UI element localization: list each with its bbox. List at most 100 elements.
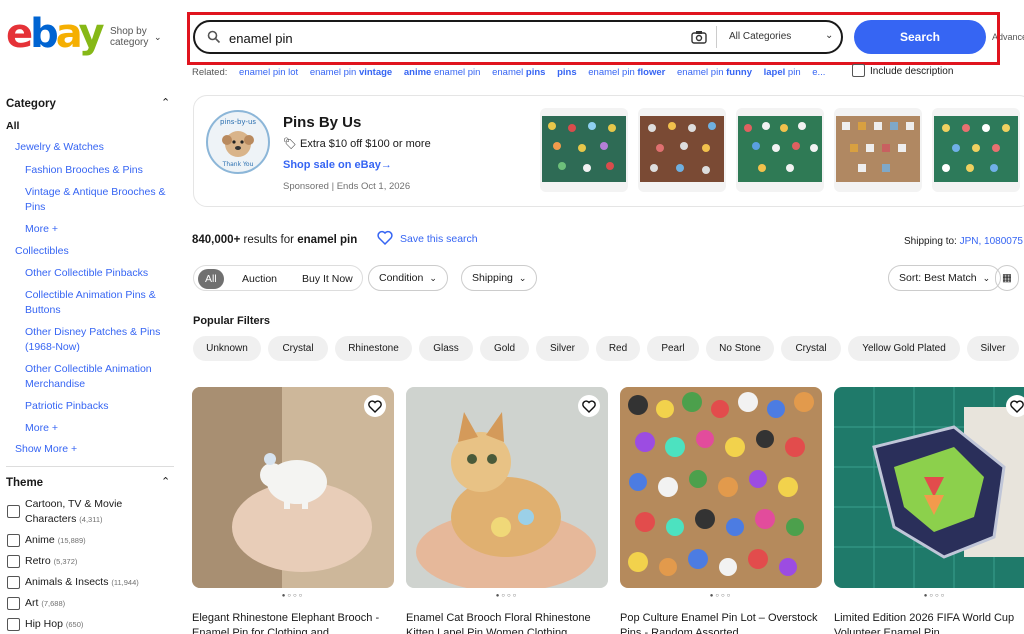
chevron-up-icon[interactable]: ⌃ [161,475,170,488]
category-link[interactable]: Patriotic Pinbacks [25,399,170,414]
ad-product-image[interactable] [540,108,628,192]
theme-label[interactable]: Cartoon, TV & Movie Characters (4,311) [25,497,155,527]
more-link[interactable]: More + [25,421,170,436]
arrow-right-icon: → [380,159,392,171]
theme-label[interactable]: Anime (15,889) [25,533,155,548]
ad-product-image[interactable] [834,108,922,192]
filter-chip[interactable]: Silver [536,336,589,361]
shipping-to: Shipping to: JPN, 1080075 [904,236,1023,247]
related-link[interactable]: anime enamel pin [404,67,481,78]
ebay-logo[interactable]: ebay [6,12,105,56]
svg-text:pins-by-us: pins-by-us [220,118,256,126]
category-heading: Category [6,98,56,110]
listing-card[interactable]: ●○○○ Limited Edition 2026 FIFA World Cup… [834,387,1024,634]
filter-chip[interactable]: No Stone [706,336,774,361]
category-link[interactable]: Other Collectible Pinbacks [25,266,170,281]
view-toggle[interactable]: ▦ [995,265,1019,291]
shop-sale-link[interactable]: Shop sale on eBay→ [283,159,392,171]
theme-checkbox[interactable] [7,576,20,589]
store-name[interactable]: Pins By Us [283,114,361,131]
tab-all[interactable]: All [198,269,224,289]
filter-chip[interactable]: Crystal [268,336,328,361]
listing-title[interactable]: Elegant Rhinestone Elephant Brooch - Ena… [192,611,397,634]
save-search-button[interactable]: Save this search [377,230,478,245]
theme-checkbox[interactable] [7,618,20,631]
listing-title[interactable]: Pop Culture Enamel Pin Lot – Overstock P… [620,611,825,634]
category-link[interactable]: Other Disney Patches & Pins (1968-Now) [25,325,170,355]
filter-chip[interactable]: Red [596,336,640,361]
theme-checkbox[interactable] [7,534,20,547]
listing-image[interactable] [620,387,822,588]
svg-text:Thank You: Thank You [222,161,254,168]
chevron-up-icon[interactable]: ⌃ [161,96,170,109]
theme-checkbox[interactable] [7,555,20,568]
watch-button[interactable] [1006,395,1024,417]
listing-card[interactable]: ●○○○ Elegant Rhinestone Elephant Brooch … [192,387,394,634]
ad-product-image[interactable] [932,108,1020,192]
theme-label[interactable]: Animals & Insects (11,944) [25,575,155,590]
listing-image[interactable] [834,387,1024,588]
sponsored-store-banner[interactable]: pins-by-us Thank You Pins By Us 🏷 Extra … [193,95,1024,207]
filter-chip[interactable]: Gold [480,336,529,361]
image-carousel-dots[interactable]: ●○○○ [834,593,1024,599]
filter-chip[interactable]: Glass [419,336,473,361]
watch-button[interactable] [578,395,600,417]
related-link[interactable]: enamel pin lot [239,67,298,78]
image-carousel-dots[interactable]: ●○○○ [406,593,608,599]
listing-card[interactable]: ●○○○ Enamel Cat Brooch Floral Rhinestone… [406,387,608,634]
filter-chip[interactable]: Crystal [781,336,841,361]
filter-chip[interactable]: Rhinestone [335,336,412,361]
shipping-location-link[interactable]: JPN, 1080075 [960,236,1023,247]
shop-by-category-button[interactable]: Shop by category ⌄ [110,26,170,48]
condition-filter[interactable]: Condition ⌄ [368,265,448,291]
category-link[interactable]: Jewelry & Watches [15,140,160,155]
category-link[interactable]: Collectible Animation Pins & Buttons [25,288,170,318]
heart-icon [368,400,382,413]
filter-chip[interactable]: Yellow Gold Plated [848,336,960,361]
shipping-filter[interactable]: Shipping ⌄ [461,265,538,291]
filter-chip[interactable]: Pearl [647,336,699,361]
theme-label[interactable]: Art (7,688) [25,596,155,611]
related-link[interactable]: enamel pin flower [588,67,665,78]
theme-label[interactable]: Retro (5,372) [25,554,155,569]
listing-card[interactable]: ●○○○ Pop Culture Enamel Pin Lot – Overst… [620,387,822,634]
image-carousel-dots[interactable]: ●○○○ [620,593,822,599]
category-all[interactable]: All [6,120,19,132]
tab-buy-it-now[interactable]: Buy It Now [295,269,360,289]
image-carousel-dots[interactable]: ●○○○ [192,593,394,599]
show-more-link[interactable]: Show More + [15,442,160,457]
listing-title[interactable]: Enamel Cat Brooch Floral Rhinestone Kitt… [406,611,611,634]
filter-chip[interactable]: Silver [967,336,1019,361]
listing-image[interactable] [406,387,608,588]
checkbox[interactable] [852,64,865,77]
related-link[interactable]: lapel pin [764,67,801,78]
listing-image[interactable] [192,387,394,588]
category-link[interactable]: Vintage & Antique Brooches & Pins [25,185,170,215]
category-link[interactable]: Collectibles [15,244,160,259]
category-link[interactable]: Other Collectible Animation Merchandise [25,362,170,392]
filter-chip[interactable]: Unknown [193,336,261,361]
chevron-down-icon: ⌄ [429,273,437,283]
heart-icon [377,230,393,245]
related-link[interactable]: enamel pin funny [677,67,752,78]
related-link[interactable]: pins [557,67,577,78]
more-link[interactable]: More + [25,222,170,237]
include-description-toggle[interactable]: Include description [852,64,953,77]
related-link[interactable]: enamel pin vintage [310,67,392,78]
ad-product-image[interactable] [638,108,726,192]
sort-dropdown[interactable]: Sort: Best Match ⌄ [888,265,1002,291]
heart-icon [582,400,596,413]
promo-text: 🏷 Extra $10 off $100 or more [283,138,431,150]
listing-type-toggle: All Auction Buy It Now [193,265,363,291]
theme-checkbox[interactable] [7,597,20,610]
related-link[interactable]: e... [812,67,825,78]
category-link[interactable]: Fashion Brooches & Pins [25,163,170,178]
ad-product-image[interactable] [736,108,824,192]
theme-label[interactable]: Hip Hop (650) [25,617,155,632]
related-link[interactable]: enamel pins [492,67,545,78]
listing-title[interactable]: Limited Edition 2026 FIFA World Cup Volu… [834,611,1024,634]
chevron-down-icon: ⌄ [982,273,991,283]
tab-auction[interactable]: Auction [235,269,284,289]
theme-checkbox[interactable] [7,505,20,518]
watch-button[interactable] [364,395,386,417]
